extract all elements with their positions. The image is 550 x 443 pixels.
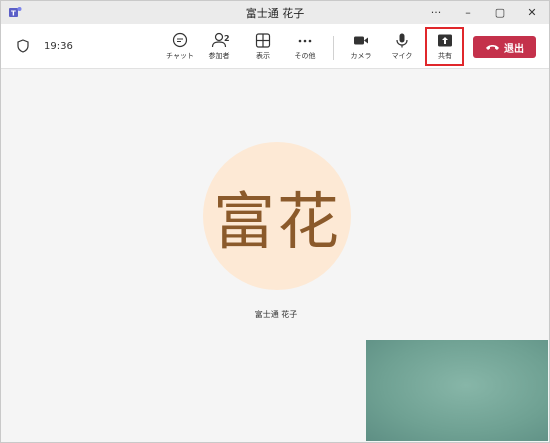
camera-button[interactable]: カメラ <box>342 32 380 64</box>
teams-meeting-window: T 富士通 花子 ··· – ▢ ✕ 19:36 チャット 2 参加者 表示 そ… <box>0 0 550 443</box>
view-label: 表示 <box>256 52 270 60</box>
chat-icon <box>172 32 188 48</box>
chat-button[interactable]: チャット <box>161 32 199 64</box>
meeting-timer: 19:36 <box>44 41 73 52</box>
shield-icon[interactable] <box>17 39 29 53</box>
meeting-toolbar: 19:36 チャット 2 参加者 表示 その他 カメラ マイク 共有 退出 <box>1 24 549 69</box>
camera-label: カメラ <box>350 52 372 60</box>
more-button[interactable]: その他 <box>286 32 324 64</box>
people-button[interactable]: 2 参加者 <box>200 32 238 64</box>
mic-label: マイク <box>391 52 413 60</box>
title-bar: T 富士通 花子 ··· – ▢ ✕ <box>1 1 549 24</box>
more-options-titlebar-button[interactable]: ··· <box>420 1 452 24</box>
view-button[interactable]: 表示 <box>244 32 282 64</box>
toolbar-divider <box>333 36 334 60</box>
self-video-preview[interactable] <box>366 340 548 441</box>
maximize-button[interactable]: ▢ <box>484 1 516 24</box>
camera-icon <box>354 36 368 45</box>
hang-up-icon <box>486 45 499 50</box>
share-highlight-box <box>425 27 464 66</box>
people-label: 参加者 <box>208 52 230 60</box>
more-dots-icon <box>298 39 312 43</box>
participant-name: 富士通 花子 <box>254 310 298 319</box>
leave-button[interactable]: 退出 <box>473 36 536 58</box>
minimize-button[interactable]: – <box>452 1 484 24</box>
chat-label: チャット <box>166 52 194 60</box>
close-button[interactable]: ✕ <box>516 1 548 24</box>
more-label: その他 <box>294 52 316 60</box>
participant-count-badge: 2 <box>224 34 230 43</box>
participant-avatar: 富花 <box>203 142 351 290</box>
mic-button[interactable]: マイク <box>383 32 421 64</box>
grid-view-icon <box>255 33 271 48</box>
microphone-icon <box>396 33 408 48</box>
leave-label: 退出 <box>504 43 524 55</box>
